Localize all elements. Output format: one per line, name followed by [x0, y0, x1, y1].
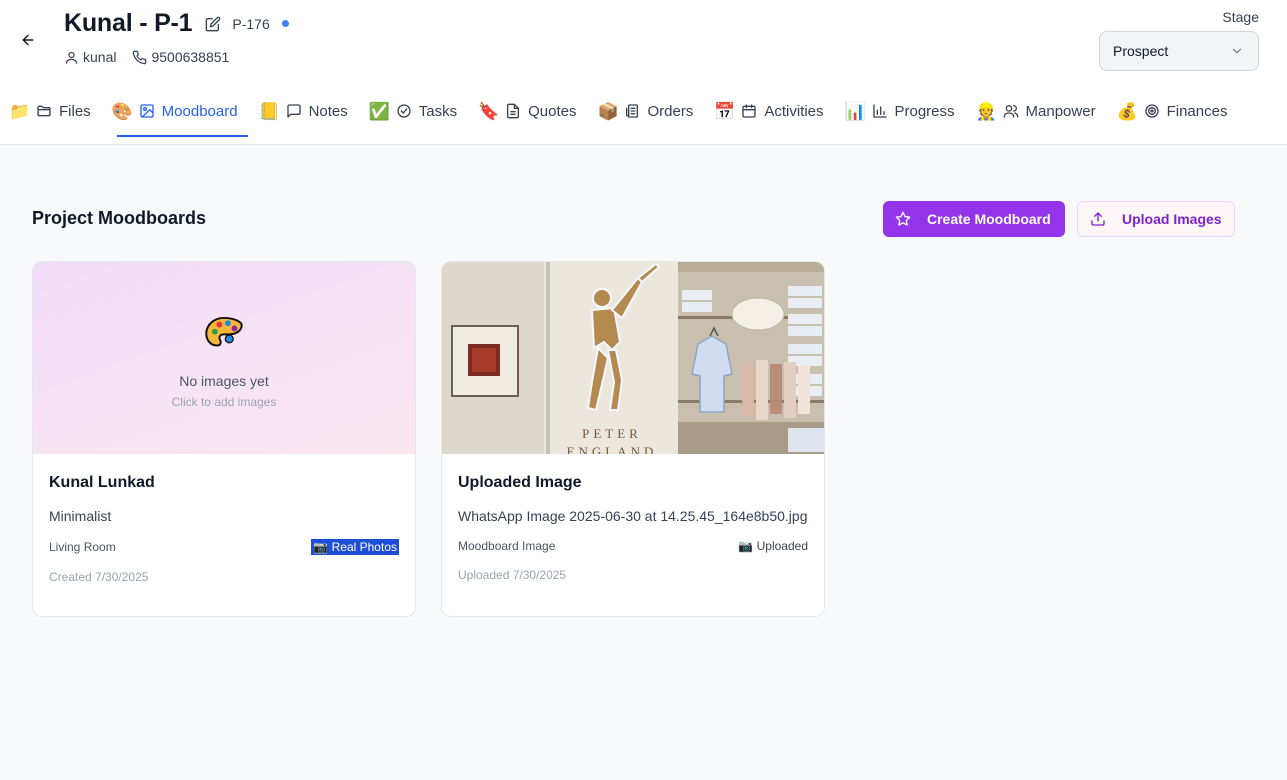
- contact-phone: 9500638851: [132, 49, 229, 65]
- worker-emoji-icon: 👷: [975, 101, 997, 121]
- contact-phone-number: 9500638851: [151, 49, 230, 65]
- create-moodboard-button[interactable]: Create Moodboard: [883, 201, 1065, 237]
- empty-image-area[interactable]: No images yet Click to add images: [33, 262, 415, 454]
- checkmark-emoji-icon: ✅: [368, 101, 390, 121]
- calendar-icon: [741, 103, 757, 119]
- tab-label: Activities: [764, 102, 824, 120]
- project-code: P-176: [232, 15, 270, 32]
- tab-label: Notes: [308, 102, 348, 120]
- card-title: Uploaded Image: [458, 474, 582, 491]
- tab-manpower[interactable]: 👷 Manpower: [967, 92, 1108, 130]
- moodboard-card[interactable]: No images yet Click to add images Kunal …: [32, 261, 416, 617]
- tab-label: Quotes: [528, 102, 577, 120]
- target-icon: [1144, 103, 1160, 119]
- tab-label: Orders: [647, 102, 694, 120]
- photo-brand-text: PETER: [582, 426, 642, 441]
- upload-images-label: Upload Images: [1122, 211, 1222, 227]
- phone-icon: [133, 50, 147, 64]
- package-emoji-icon: 📦: [597, 101, 619, 121]
- stage-select[interactable]: Prospect: [1099, 31, 1259, 71]
- arrow-left-icon: [22, 34, 34, 46]
- card-body: Uploaded Image WhatsApp Image 2025-06-30…: [442, 454, 824, 582]
- card-room: Moodboard Image: [458, 539, 556, 553]
- star-icon: [895, 211, 911, 226]
- calendar-emoji-icon: 📅: [714, 101, 736, 121]
- tab-finances[interactable]: 💰 Finances: [1108, 92, 1240, 130]
- tab-label: Progress: [894, 102, 955, 120]
- tab-progress[interactable]: 📊 Progress: [836, 92, 967, 130]
- tab-label: Tasks: [418, 102, 458, 120]
- upload-icon: [1091, 212, 1105, 226]
- image-icon: [139, 103, 155, 119]
- active-tab-indicator: [117, 135, 248, 137]
- back-button[interactable]: [16, 28, 40, 52]
- edit-title-button[interactable]: [204, 15, 222, 33]
- contact-user: kunal: [64, 49, 116, 65]
- card-meta-row: Living Room 📷 Real Photos: [49, 539, 399, 555]
- tab-label: Files: [59, 102, 91, 120]
- palette-emoji-icon: 🎨: [111, 101, 133, 121]
- contact-row: kunal 9500638851: [64, 49, 229, 65]
- project-header: Kunal - P-1 P-176 kunal 9500638851 Stage…: [0, 0, 1287, 145]
- tab-orders[interactable]: 📦 Orders: [588, 92, 705, 130]
- card-room: Living Room: [49, 540, 116, 554]
- uploaded-photo[interactable]: PETER ENGLAND: [442, 262, 824, 454]
- card-description: WhatsApp Image 2025-06-30 at 14.25.45_16…: [458, 508, 808, 524]
- stage-value: Prospect: [1113, 43, 1169, 59]
- empty-title: No images yet: [179, 372, 269, 389]
- bar-chart-icon: [872, 103, 888, 119]
- empty-subtitle: Click to add images: [171, 394, 277, 409]
- chart-emoji-icon: 📊: [844, 101, 866, 121]
- palette-icon: [203, 314, 245, 363]
- tab-notes[interactable]: 📒 Notes: [250, 92, 360, 130]
- contact-user-name: kunal: [83, 49, 117, 65]
- receipt-icon: [624, 103, 640, 119]
- bookmark-emoji-icon: 🔖: [478, 101, 500, 121]
- card-description: Minimalist: [49, 508, 112, 524]
- notebook-emoji-icon: 📒: [258, 101, 280, 121]
- check-circle-icon: [396, 103, 412, 119]
- stage-label: Stage: [1222, 9, 1259, 25]
- section-title: Project Moodboards: [32, 208, 207, 228]
- folder-emoji-icon: 📁: [9, 101, 31, 121]
- card-meta-row: Moodboard Image 📷 Uploaded: [458, 539, 808, 553]
- tab-quotes[interactable]: 🔖 Quotes: [469, 92, 588, 130]
- message-square-icon: [286, 103, 302, 119]
- folder-icon: [36, 103, 52, 119]
- file-text-icon: [505, 103, 521, 119]
- upload-images-button[interactable]: Upload Images: [1077, 201, 1235, 237]
- tab-label: Moodboard: [161, 102, 238, 120]
- users-icon: [1003, 103, 1019, 119]
- tab-label: Manpower: [1025, 102, 1096, 120]
- tab-activities[interactable]: 📅 Activities: [705, 92, 835, 130]
- moodboard-card[interactable]: PETER ENGLAND Uploaded Image WhatsApp Im…: [441, 261, 825, 617]
- card-body: Kunal Lunkad Minimalist Living Room 📷 Re…: [33, 454, 415, 584]
- tab-label: Finances: [1166, 102, 1228, 120]
- title-row: Kunal - P-1 P-176: [64, 9, 289, 38]
- card-type-badge: 📷 Real Photos: [311, 539, 399, 555]
- project-title: Kunal - P-1: [64, 9, 193, 37]
- tab-files[interactable]: 📁 Files: [0, 92, 103, 130]
- money-bag-emoji-icon: 💰: [1116, 101, 1138, 121]
- tab-moodboard[interactable]: 🎨 Moodboard: [103, 92, 250, 130]
- tab-tasks[interactable]: ✅ Tasks: [360, 92, 469, 130]
- card-type-badge: 📷 Uploaded: [738, 539, 808, 553]
- create-moodboard-label: Create Moodboard: [927, 211, 1051, 227]
- card-title: Kunal Lunkad: [49, 474, 155, 491]
- edit-icon: [206, 16, 221, 31]
- card-date: Created 7/30/2025: [49, 570, 149, 584]
- card-date: Uploaded 7/30/2025: [458, 568, 567, 582]
- chevron-down-icon: [1232, 48, 1242, 54]
- status-dot: [281, 20, 289, 27]
- svg-text:ENGLAND: ENGLAND: [567, 444, 658, 454]
- user-icon: [65, 51, 78, 64]
